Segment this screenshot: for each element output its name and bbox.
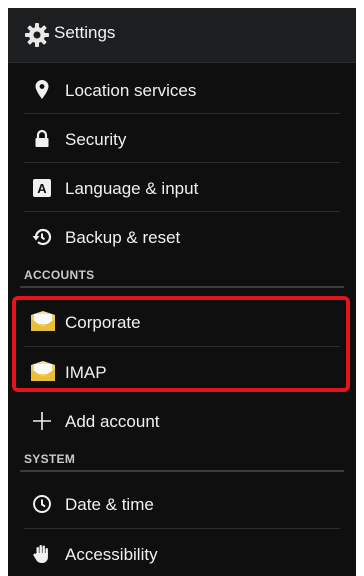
- keyboard-a-icon: A: [30, 176, 54, 200]
- settings-item-label: Location services: [65, 81, 197, 100]
- phone-frame: Settings Location services Security A La…: [0, 0, 364, 576]
- page-title: Settings: [54, 23, 116, 42]
- plus-icon: [30, 409, 54, 433]
- highlight-box: [12, 296, 350, 392]
- settings-item-date-time[interactable]: Date & time: [8, 480, 356, 528]
- clock-icon: [30, 492, 54, 516]
- settings-item-location-services[interactable]: Location services: [8, 66, 356, 114]
- add-account-label: Add account: [65, 412, 160, 431]
- hand-icon: [30, 542, 54, 566]
- section-header-system: SYSTEM: [24, 452, 76, 466]
- lock-icon: [30, 127, 54, 151]
- settings-item-label: Date & time: [65, 495, 154, 514]
- svg-text:A: A: [37, 181, 47, 196]
- section-divider: [20, 470, 344, 472]
- divider: [24, 528, 340, 529]
- settings-item-language-input[interactable]: A Language & input: [8, 164, 356, 212]
- settings-item-label: Backup & reset: [65, 228, 181, 247]
- location-pin-icon: [30, 78, 54, 102]
- gear-icon[interactable]: [24, 22, 50, 48]
- settings-item-label: Language & input: [65, 179, 199, 198]
- settings-item-accessibility[interactable]: Accessibility: [8, 530, 356, 576]
- divider: [24, 113, 340, 114]
- divider: [24, 211, 340, 212]
- settings-screen: Settings Location services Security A La…: [8, 8, 356, 576]
- settings-item-backup-reset[interactable]: Backup & reset: [8, 213, 356, 261]
- add-account-button[interactable]: Add account: [8, 397, 356, 445]
- action-bar: Settings: [8, 8, 356, 63]
- settings-item-label: Accessibility: [65, 545, 158, 564]
- restore-icon: [30, 225, 54, 249]
- section-divider: [20, 286, 344, 288]
- settings-item-label: Security: [65, 130, 127, 149]
- settings-item-security[interactable]: Security: [8, 115, 356, 163]
- section-header-accounts: ACCOUNTS: [24, 268, 95, 282]
- divider: [24, 162, 340, 163]
